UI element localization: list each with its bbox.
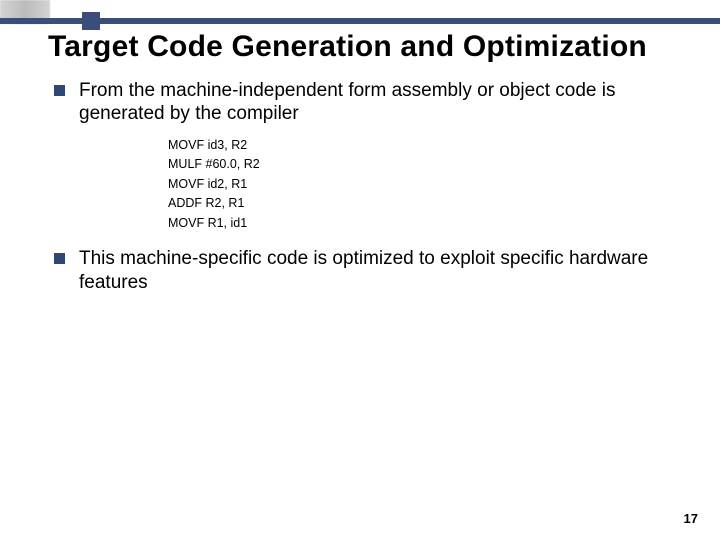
code-line: MULF #60.0, R2: [168, 155, 680, 174]
top-rule: [0, 18, 720, 24]
bullet-marker-icon: [54, 253, 65, 264]
bullet-text: From the machine-independent form assemb…: [79, 79, 680, 127]
assembly-code-block: MOVF id3, R2 MULF #60.0, R2 MOVF id2, R1…: [168, 136, 680, 233]
code-line: MOVF id3, R2: [168, 136, 680, 155]
slide-content: Target Code Generation and Optimization …: [48, 30, 680, 510]
bullet-marker-icon: [54, 85, 65, 96]
bullet-text: This machine-specific code is optimized …: [79, 247, 680, 295]
code-line: MOVF R1, id1: [168, 214, 680, 233]
bullet-item: From the machine-independent form assemb…: [54, 79, 680, 127]
code-line: ADDF R2, R1: [168, 194, 680, 213]
page-number: 17: [684, 511, 698, 526]
code-line: MOVF id2, R1: [168, 175, 680, 194]
slide-title: Target Code Generation and Optimization: [48, 30, 680, 65]
bullet-item: This machine-specific code is optimized …: [54, 247, 680, 295]
